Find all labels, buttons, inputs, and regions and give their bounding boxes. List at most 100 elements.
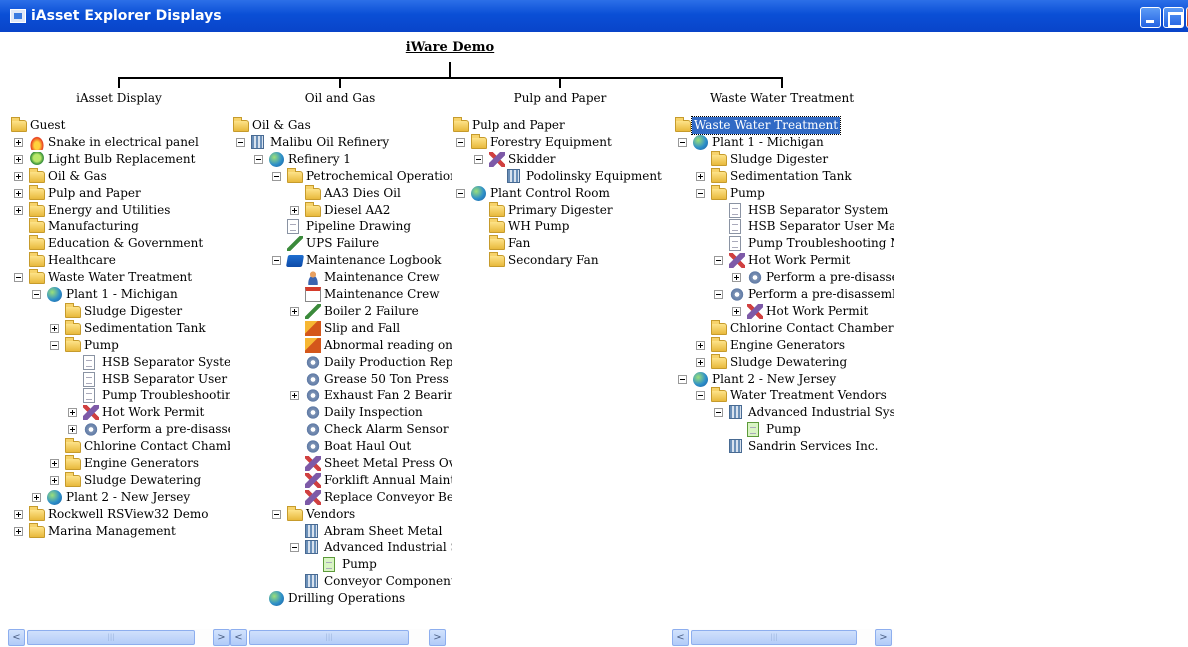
tree-node[interactable]: Oil & Gas [230,117,452,134]
tree-node-label[interactable]: Oil & Gas [46,168,109,185]
tree-node-label[interactable]: Education & Government [46,235,205,252]
scroll-left-button[interactable]: < [8,629,25,646]
tree-node-label[interactable]: Chlorine Contact Chamber [82,438,230,455]
tree-node-label[interactable]: Replace Conveyor Bearin [322,489,452,506]
expand-toggle[interactable] [32,493,41,502]
tree-node[interactable]: Perform a pre-disassembl [8,421,230,438]
tree-node[interactable]: Perform a pre-disassemble [672,286,894,303]
tree-node[interactable]: Abnormal reading on trar [230,337,452,354]
tree-iasset-display[interactable]: Guest Snake in electrical panel Light Bulb… [8,112,230,627]
tree-node-label[interactable]: Water Treatment Vendors [728,387,889,404]
tree-node[interactable]: Engine Generators [8,455,230,472]
tree-node[interactable]: Sludge Digester [672,151,894,168]
tree-node[interactable]: Daily Inspection [230,404,452,421]
tree-node[interactable]: Maintenance Crew [230,286,452,303]
tree-node[interactable]: Refinery 1 [230,151,452,168]
tree-node-label[interactable]: Plant Control Room [488,185,612,202]
tree-node[interactable]: Water Treatment Vendors [672,387,894,404]
tree-node-label[interactable]: Skidder [506,151,558,168]
expand-toggle[interactable] [50,476,59,485]
expand-toggle[interactable] [14,138,23,147]
tree-node[interactable]: Advanced Industrial System [672,404,894,421]
tree-waste-water-treatment[interactable]: Waste Water Treatment Plant 1 - Michigan S… [672,112,894,627]
tree-node[interactable]: Advanced Industrial Sys [230,539,452,556]
expand-toggle[interactable] [696,172,705,181]
tree-node[interactable]: Pipeline Drawing [230,218,452,235]
tree-node-label[interactable]: Engine Generators [82,455,201,472]
scrollbar-iasset-display[interactable]: < > [8,629,230,646]
tree-node[interactable]: Hot Work Permit [8,404,230,421]
collapse-toggle[interactable] [32,290,41,299]
tree-node[interactable]: Exhaust Fan 2 Bearing Re [230,387,452,404]
tree-node[interactable]: Pump [230,556,452,573]
expand-toggle[interactable] [14,189,23,198]
tree-node-label[interactable]: Petrochemical Operations [304,168,452,185]
tree-node-label[interactable]: Sheet Metal Press Overh [322,455,452,472]
tree-node-label[interactable]: Perform a pre-disassembl [100,421,230,438]
tree-node-label[interactable]: HSB Separator User Man [100,371,230,388]
collapse-toggle[interactable] [272,172,281,181]
scrollbar-oil-and-gas[interactable]: < > [230,629,446,646]
collapse-toggle[interactable] [456,138,465,147]
tree-node[interactable]: Pump [8,337,230,354]
tree-node-label[interactable]: Light Bulb Replacement [46,151,197,168]
tree-node-label[interactable]: Podolinsky Equipment [524,168,664,185]
tree-node[interactable]: Conveyor Components [230,573,452,590]
scroll-left-button[interactable]: < [230,629,247,646]
tree-oil-and-gas[interactable]: Oil & Gas Malibu Oil Refinery Refinery 1 Pe… [230,112,452,627]
scrollbar-waste-water-treatment[interactable]: < > [672,629,894,646]
tree-node[interactable]: Manufacturing [8,218,230,235]
tree-node-label[interactable]: Secondary Fan [506,252,601,269]
tree-node-label[interactable]: Pump Troubleshooting Manu [746,235,894,252]
collapse-toggle[interactable] [714,290,723,299]
tree-node-label[interactable]: Rockwell RSView32 Demo [46,506,210,523]
tree-node[interactable]: Fan [450,235,672,252]
tree-node-label[interactable]: Advanced Industrial Sys [322,539,452,556]
tree-node[interactable]: Snake in electrical panel [8,134,230,151]
tree-node[interactable]: Hot Work Permit [672,303,894,320]
tree-node-label[interactable]: UPS Failure [304,235,381,252]
tree-node[interactable]: HSB Separator System [8,354,230,371]
scroll-thumb[interactable] [249,630,409,645]
tree-node[interactable]: Pump [672,421,894,438]
scroll-thumb[interactable] [691,630,857,645]
tree-node[interactable]: Pulp and Paper [8,185,230,202]
tree-node[interactable]: Engine Generators [672,337,894,354]
tree-node-label[interactable]: Abnormal reading on trar [322,337,452,354]
expand-toggle[interactable] [14,510,23,519]
collapse-toggle[interactable] [272,256,281,265]
tree-node[interactable]: Sludge Digester [8,303,230,320]
tree-node-label[interactable]: Hot Work Permit [746,252,852,269]
expand-toggle[interactable] [50,459,59,468]
collapse-toggle[interactable] [714,408,723,417]
tree-node-label[interactable]: Vendors [304,506,357,523]
expand-toggle[interactable] [696,341,705,350]
tree-node-label[interactable]: HSB Separator User Manual [746,218,894,235]
tree-node-label[interactable]: Hot Work Permit [100,404,206,421]
collapse-toggle[interactable] [696,391,705,400]
tree-node-label[interactable]: Refinery 1 [286,151,353,168]
tree-node-label[interactable]: Malibu Oil Refinery [268,134,391,151]
tree-node[interactable]: Replace Conveyor Bearin [230,489,452,506]
tree-node-label[interactable]: Diesel AA2 [322,202,392,219]
expand-toggle[interactable] [14,155,23,164]
expand-toggle[interactable] [68,408,77,417]
tree-pulp-and-paper[interactable]: Pulp and Paper Forestry Equipment Skidder P… [450,112,672,627]
scroll-thumb[interactable] [27,630,195,645]
expand-toggle[interactable] [14,206,23,215]
tree-node[interactable]: Oil & Gas [8,168,230,185]
tree-node[interactable]: WH Pump [450,218,672,235]
tree-node[interactable]: Plant 2 - New Jersey [672,371,894,388]
tree-node-label[interactable]: Maintenance Crew [322,286,441,303]
tree-node-label[interactable]: Pulp and Paper [46,185,143,202]
tree-node-label[interactable]: Exhaust Fan 2 Bearing Re [322,387,452,404]
tree-node[interactable]: Sludge Dewatering [8,472,230,489]
tree-node-label[interactable]: Energy and Utilities [46,202,172,219]
collapse-toggle[interactable] [14,273,23,282]
tree-node[interactable]: Energy and Utilities [8,202,230,219]
tree-node-label[interactable]: Manufacturing [46,218,141,235]
tree-node-label[interactable]: Chlorine Contact Chamber [728,320,894,337]
tree-node[interactable]: Podolinsky Equipment [450,168,672,185]
tree-node[interactable]: Maintenance Logbook [230,252,452,269]
tree-node[interactable]: HSB Separator User Man [8,371,230,388]
